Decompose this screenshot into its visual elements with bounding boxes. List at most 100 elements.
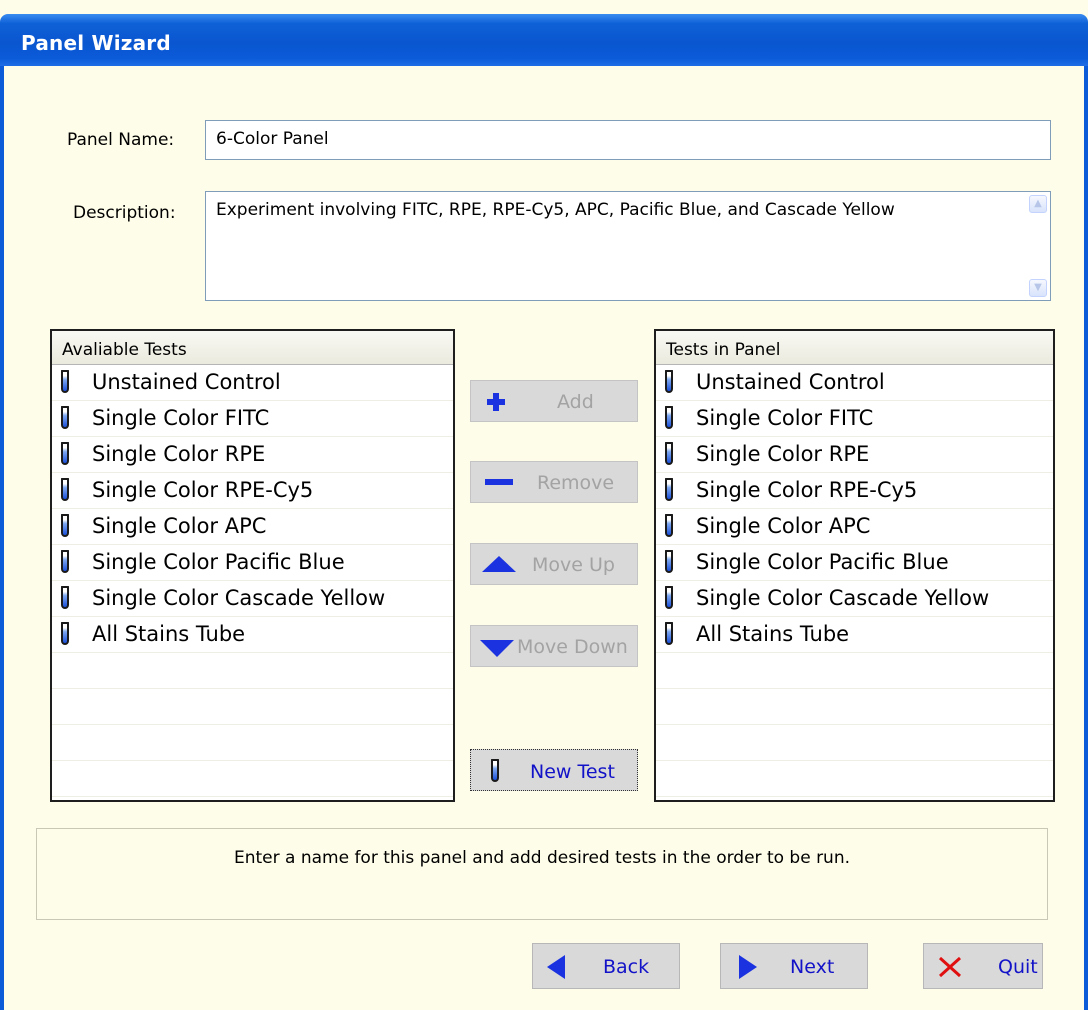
panel-test-item[interactable]: Single Color Cascade Yellow: [656, 581, 1053, 617]
tests-in-panel-rows: Unstained Control Single Color FITC Single…: [656, 365, 1053, 797]
available-test-item-label: Single Color RPE: [92, 442, 266, 466]
test-tube-icon: [61, 514, 69, 537]
quit-button-label: Quit: [998, 956, 1038, 978]
next-button-label: Next: [790, 956, 835, 978]
panel-test-item-label: All Stains Tube: [696, 622, 850, 646]
test-tube-icon: [61, 442, 69, 465]
panel-test-item[interactable]: Single Color APC: [656, 509, 1053, 545]
panel-test-item-label: Single Color RPE: [696, 442, 870, 466]
back-button[interactable]: Back: [532, 943, 680, 989]
quit-button[interactable]: Quit: [923, 943, 1043, 989]
available-test-item[interactable]: Single Color FITC: [52, 401, 453, 437]
remove-button[interactable]: Remove: [470, 461, 638, 503]
test-tube-icon: [665, 370, 673, 393]
test-tube-icon: [61, 478, 69, 501]
test-tube-icon: [61, 370, 69, 393]
available-test-item-label: Single Color RPE-Cy5: [92, 478, 314, 502]
test-tube-icon: [61, 622, 69, 645]
test-tube-icon: [61, 586, 69, 609]
panel-test-item[interactable]: Unstained Control: [656, 365, 1053, 401]
panel-test-item[interactable]: All Stains Tube: [656, 617, 1053, 653]
test-tube-icon: [665, 478, 673, 501]
move-up-button-label: Move Up: [532, 554, 615, 576]
new-test-button-label: New Test: [530, 761, 615, 783]
arrow-left-icon: [547, 955, 565, 979]
test-tube-icon: [61, 550, 69, 573]
test-tube-icon: [61, 406, 69, 429]
window-title: Panel Wizard: [21, 31, 171, 55]
available-tests-header: Avaliable Tests: [52, 331, 453, 365]
scroll-up-icon[interactable]: ▲: [1029, 195, 1047, 213]
add-button-label: Add: [557, 391, 594, 413]
hint-box: Enter a name for this panel and add desi…: [36, 828, 1048, 920]
panel-test-item[interactable]: Single Color RPE-Cy5: [656, 473, 1053, 509]
move-up-button[interactable]: Move Up: [470, 543, 638, 585]
new-test-button[interactable]: New Test: [470, 749, 638, 791]
panel-test-item-label: Single Color RPE-Cy5: [696, 478, 918, 502]
available-test-item[interactable]: Single Color Pacific Blue: [52, 545, 453, 581]
close-icon: [938, 956, 962, 978]
empty-row: [656, 689, 1053, 725]
empty-row: [52, 653, 453, 689]
test-tube-icon: [665, 442, 673, 465]
available-test-item[interactable]: Single Color RPE-Cy5: [52, 473, 453, 509]
available-test-item[interactable]: Single Color APC: [52, 509, 453, 545]
arrow-down-icon: [480, 640, 514, 657]
test-tube-icon: [665, 550, 673, 573]
panel-name-value: 6-Color Panel: [216, 129, 329, 149]
available-test-item-label: Unstained Control: [92, 370, 281, 394]
hint-text: Enter a name for this panel and add desi…: [233, 848, 851, 868]
panel-name-input[interactable]: 6-Color Panel: [205, 120, 1051, 160]
tests-in-panel-list[interactable]: Tests in Panel Unstained Control Single C…: [654, 329, 1055, 802]
empty-row: [656, 761, 1053, 797]
panel-test-item[interactable]: Single Color Pacific Blue: [656, 545, 1053, 581]
minus-icon: [485, 479, 513, 485]
available-tests-rows: Unstained Control Single Color FITC Single…: [52, 365, 453, 797]
description-textarea[interactable]: Experiment involving FITC, RPE, RPE-Cy5,…: [205, 191, 1051, 301]
panel-wizard-window: Panel Wizard Panel Name: 6-Color Panel D…: [0, 0, 1088, 1010]
tests-in-panel-header: Tests in Panel: [656, 331, 1053, 365]
available-test-item[interactable]: Unstained Control: [52, 365, 453, 401]
description-label: Description:: [73, 203, 176, 223]
window-border-right: [1084, 66, 1088, 1010]
next-button[interactable]: Next: [720, 943, 868, 989]
remove-button-label: Remove: [537, 472, 615, 494]
empty-row: [656, 653, 1053, 689]
plus-icon: [487, 393, 505, 411]
panel-test-item-label: Single Color FITC: [696, 406, 874, 430]
test-tube-icon: [665, 622, 673, 645]
test-tube-icon: [665, 514, 673, 537]
back-button-label: Back: [603, 956, 650, 978]
arrow-up-icon: [482, 556, 516, 572]
move-down-button[interactable]: Move Down: [470, 625, 638, 667]
available-test-item-label: Single Color FITC: [92, 406, 270, 430]
available-tests-list[interactable]: Avaliable Tests Unstained Control Single …: [50, 329, 455, 802]
add-button[interactable]: Add: [470, 380, 638, 422]
available-test-item-label: Single Color Pacific Blue: [92, 550, 345, 574]
panel-test-item-label: Single Color Pacific Blue: [696, 550, 949, 574]
available-test-item[interactable]: Single Color RPE: [52, 437, 453, 473]
scroll-down-icon[interactable]: ▼: [1029, 279, 1047, 297]
empty-row: [52, 689, 453, 725]
move-down-button-label: Move Down: [517, 636, 628, 658]
test-tube-icon: [665, 406, 673, 429]
panel-test-item[interactable]: Single Color FITC: [656, 401, 1053, 437]
empty-row: [52, 761, 453, 797]
available-test-item[interactable]: All Stains Tube: [52, 617, 453, 653]
description-scrollbar[interactable]: ▲ ▼: [1029, 195, 1047, 297]
available-test-item[interactable]: Single Color Cascade Yellow: [52, 581, 453, 617]
panel-test-item-label: Single Color Cascade Yellow: [696, 586, 990, 610]
empty-row: [52, 725, 453, 761]
test-tube-icon: [491, 759, 499, 782]
available-test-item-label: All Stains Tube: [92, 622, 246, 646]
panel-test-item-label: Single Color APC: [696, 514, 871, 538]
window-border-left: [0, 66, 4, 1010]
arrow-right-icon: [739, 955, 757, 979]
panel-test-item-label: Unstained Control: [696, 370, 885, 394]
panel-test-item[interactable]: Single Color RPE: [656, 437, 1053, 473]
panel-name-label: Panel Name:: [67, 130, 175, 150]
test-tube-icon: [665, 586, 673, 609]
title-bar[interactable]: Panel Wizard: [0, 14, 1088, 66]
available-test-item-label: Single Color APC: [92, 514, 267, 538]
description-value: Experiment involving FITC, RPE, RPE-Cy5,…: [216, 200, 895, 220]
